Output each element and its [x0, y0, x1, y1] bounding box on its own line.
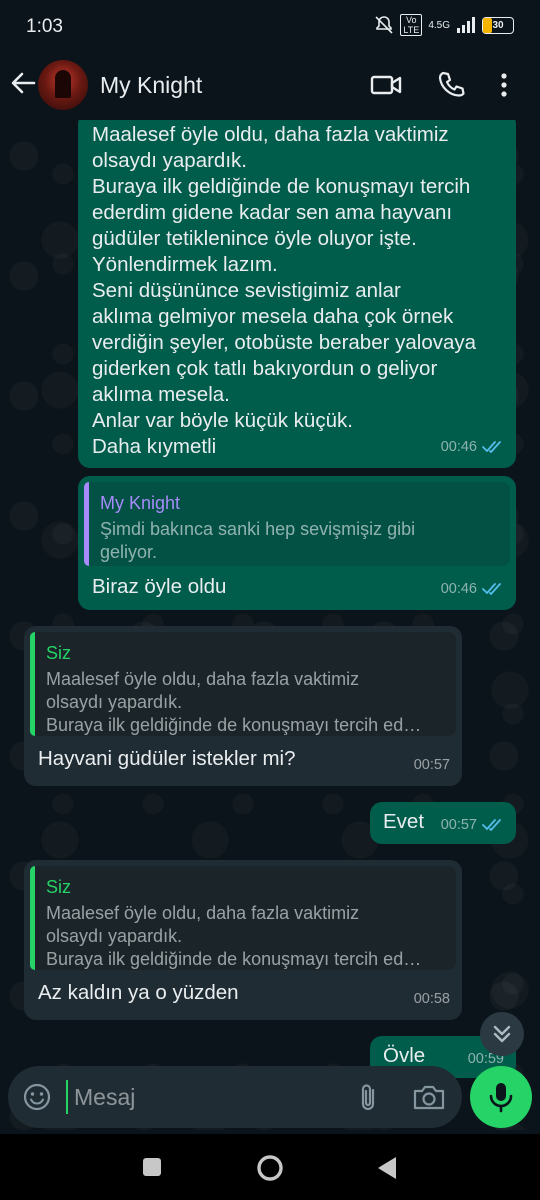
microphone-icon	[489, 1083, 513, 1113]
quoted-message[interactable]: Siz Maalesef öyle oldu, daha fazla vakti…	[30, 632, 456, 736]
quoted-line: Maalesef öyle oldu, daha fazla vaktimiz	[46, 669, 360, 689]
quoted-line: geliyor.	[100, 542, 158, 562]
message-time: 00:46	[440, 439, 477, 455]
message-line: verdiğin şeyler, otobüste beraber yalova…	[92, 331, 477, 354]
signal-icon	[457, 17, 475, 33]
quoted-line: Buraya ilk geldiğinde de konuşmayı terci…	[46, 715, 422, 735]
message-time: 00:46	[440, 581, 477, 597]
quoted-message[interactable]: Siz Maalesef öyle oldu, daha fazla vakti…	[30, 866, 456, 970]
message-line: ederdim gidene kadar sen ama hayvanı	[92, 201, 453, 224]
quoted-text: Şimdi bakınca sanki hep sevişmişiz gibi …	[100, 518, 498, 564]
quoted-line: olsaydı yapardık.	[46, 692, 183, 712]
attach-icon[interactable]	[354, 1082, 382, 1114]
quoted-sender: My Knight	[100, 493, 181, 513]
more-options-icon[interactable]	[494, 70, 514, 100]
status-icons: Vo LTE 4.5G 30	[374, 14, 514, 36]
message-input[interactable]	[66, 1080, 324, 1114]
camera-icon[interactable]	[412, 1082, 446, 1112]
battery-level: 30	[492, 19, 504, 31]
message-text: Evet	[383, 810, 425, 833]
contact-name[interactable]: My Knight	[100, 72, 202, 99]
message-line: Seni düşününce sevistigimiz anlar	[92, 279, 401, 302]
message-line: güdüler tetiklenince öyle oluyor işte.	[92, 227, 417, 250]
message-line: olsaydı yapardık.	[92, 149, 247, 172]
emoji-icon[interactable]	[22, 1082, 52, 1112]
message-text: Maalesef öyle oldu, daha fazla vaktimiz …	[92, 122, 504, 460]
quoted-sender: Siz	[46, 877, 72, 897]
quoted-line: olsaydı yapardık.	[46, 926, 183, 946]
mute-notification-icon	[375, 16, 393, 34]
message-text: Hayvani güdüler istekler mi?	[38, 747, 296, 770]
message-composer	[8, 1066, 462, 1128]
voice-call-icon[interactable]	[436, 70, 468, 100]
message-text: Az kaldın ya o yüzden	[38, 981, 239, 1004]
message-meta: 00:58	[414, 986, 450, 1012]
voice-message-button[interactable]	[470, 1066, 532, 1128]
message-bubble-outgoing[interactable]: Evet 00:57	[370, 802, 516, 844]
battery-icon: 30	[482, 16, 514, 34]
message-time: 00:57	[413, 757, 450, 773]
message-line: aklıma mesela.	[92, 383, 230, 406]
message-line: Buraya ilk geldiğinde de konuşmayı terci…	[92, 175, 471, 198]
message-bubble-outgoing[interactable]: My Knight Şimdi bakınca sanki hep sevişm…	[78, 476, 516, 610]
chat-header: My Knight	[0, 52, 540, 120]
message-line: Maalesef öyle oldu, daha fazla vaktimiz	[92, 123, 449, 146]
quoted-message[interactable]: My Knight Şimdi bakınca sanki hep sevişm…	[84, 482, 510, 566]
back-nav-icon[interactable]	[375, 1155, 399, 1181]
message-meta: 00:57	[414, 752, 450, 778]
quoted-line: Maalesef öyle oldu, daha fazla vaktimiz	[46, 903, 360, 923]
quoted-sender: Siz	[46, 643, 72, 663]
quoted-text: Maalesef öyle oldu, daha fazla vaktimiz …	[46, 668, 444, 737]
message-time: 00:58	[413, 991, 450, 1007]
home-icon[interactable]	[255, 1153, 285, 1183]
message-text: Övle	[383, 1044, 426, 1067]
video-call-icon[interactable]	[370, 70, 402, 100]
read-receipt-icon	[482, 441, 501, 453]
avatar[interactable]	[38, 60, 88, 110]
read-receipt-icon	[482, 583, 501, 595]
message-bubble-incoming[interactable]: Siz Maalesef öyle oldu, daha fazla vakti…	[24, 626, 462, 786]
read-receipt-icon	[482, 819, 501, 831]
status-bar: 1:03 Vo LTE 4.5G 30	[0, 0, 540, 52]
quoted-line: Buraya ilk geldiğinde de konuşmayı terci…	[46, 949, 422, 969]
recent-apps-icon[interactable]	[141, 1156, 163, 1178]
network-label: 4.5G	[428, 19, 450, 31]
message-meta: 00:46	[441, 576, 504, 602]
volte-icon: Vo LTE	[400, 14, 423, 36]
status-time: 1:03	[26, 16, 63, 37]
system-navigation-bar	[0, 1134, 540, 1200]
back-arrow-icon[interactable]	[10, 70, 36, 96]
chat-area[interactable]: Maalesef öyle oldu, daha fazla vaktimiz …	[0, 120, 540, 1130]
message-bubble-incoming[interactable]: Siz Maalesef öyle oldu, daha fazla vakti…	[24, 860, 462, 1020]
message-line: giderken çok tatlı bakıyordun o geliyor	[92, 357, 438, 380]
scroll-to-bottom-button[interactable]	[480, 1012, 524, 1056]
message-line: aklıma gelmiyor mesela daha çok örnek	[92, 305, 454, 328]
message-time: 00:57	[440, 817, 477, 833]
message-line: Anlar var böyle küçük küçük.	[92, 409, 353, 432]
double-chevron-down-icon	[493, 1025, 511, 1043]
message-meta: 00:46	[441, 434, 504, 460]
quoted-text: Maalesef öyle oldu, daha fazla vaktimiz …	[46, 902, 444, 971]
message-line: Yönlendirmek lazım.	[92, 253, 278, 276]
quoted-line: Şimdi bakınca sanki hep sevişmişiz gibi	[100, 519, 416, 539]
message-bubble-outgoing[interactable]: Maalesef öyle oldu, daha fazla vaktimiz …	[78, 120, 516, 468]
message-meta: 00:57	[441, 812, 504, 838]
